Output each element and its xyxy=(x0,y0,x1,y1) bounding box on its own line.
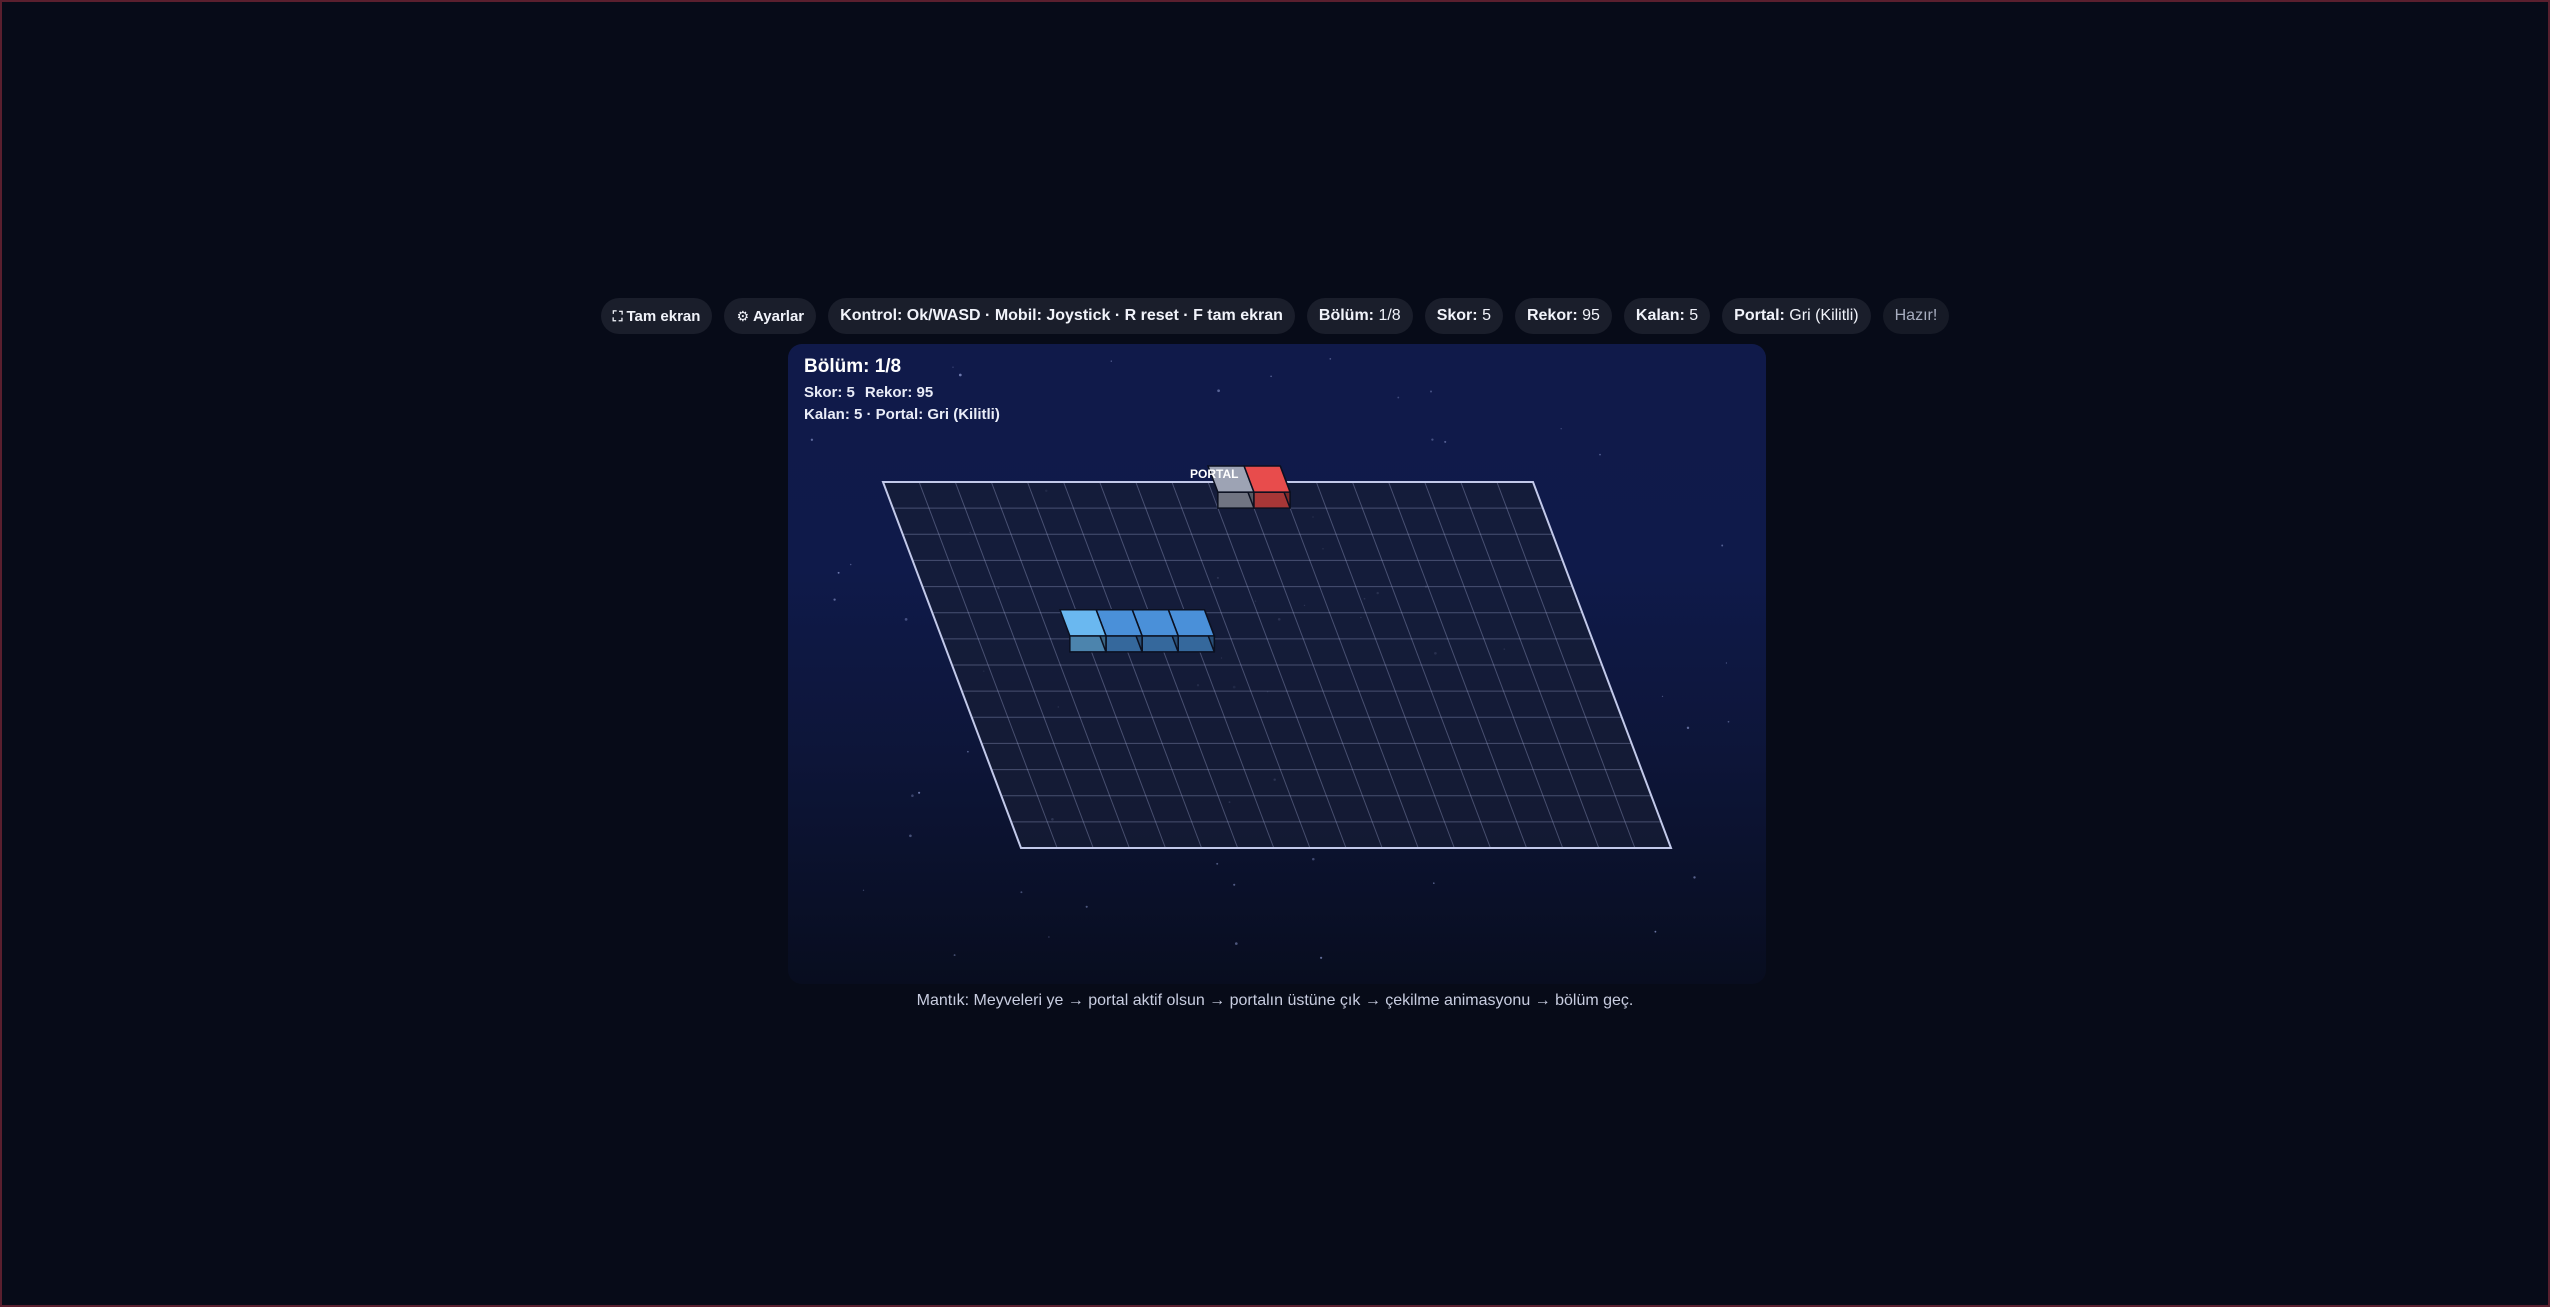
record-badge: Rekor: 95 xyxy=(1514,298,1612,334)
star xyxy=(1430,390,1432,393)
remaining-badge: Kalan: 5 xyxy=(1623,298,1711,334)
star xyxy=(862,889,865,891)
fullscreen-icon: ⛶ xyxy=(612,308,623,324)
star xyxy=(909,834,912,838)
star xyxy=(1048,936,1050,938)
hud-title: Bölüm: 1/8 xyxy=(804,356,902,377)
star xyxy=(911,794,914,797)
star xyxy=(837,571,840,574)
hud-info: Kalan: 5 · Portal: Gri (Kilitli) xyxy=(804,406,1000,423)
fullscreen-button[interactable]: ⛶ Tam ekran xyxy=(600,298,713,334)
star xyxy=(810,438,814,441)
star xyxy=(1216,862,1219,865)
game-canvas[interactable]: PORTAL Bölüm: 1/8 Skor: 5 Rekor: 95 Kalan… xyxy=(788,344,1766,984)
star xyxy=(1234,942,1238,945)
star xyxy=(1654,930,1657,933)
star xyxy=(1329,358,1332,360)
star xyxy=(1693,876,1696,879)
top-toolbar: ⛶ Tam ekran ⚙ Ayarlar Kontrol: Ok/WASD · M… xyxy=(2,298,2548,334)
hud: Bölüm: 1/8 Skor: 5 Rekor: 95 Kalan: 5 · P… xyxy=(804,356,1000,428)
star xyxy=(904,618,908,621)
score-badge: Skor: 5 xyxy=(1424,298,1503,334)
star xyxy=(849,563,852,566)
star xyxy=(1312,857,1315,861)
star xyxy=(1727,720,1730,723)
portal-label: PORTAL xyxy=(1190,467,1238,481)
star xyxy=(1431,438,1434,441)
portal-badge: Portal: Gri (Kilitli) xyxy=(1722,298,1871,334)
star xyxy=(1599,453,1601,456)
star xyxy=(1233,883,1236,886)
star xyxy=(918,791,921,794)
star xyxy=(967,750,969,753)
star xyxy=(953,954,956,957)
settings-button[interactable]: ⚙ Ayarlar xyxy=(724,298,817,334)
star xyxy=(1319,956,1323,959)
controls-info: Kontrol: Ok/WASD · Mobil: Joystick · R r… xyxy=(828,298,1295,334)
level-badge: Bölüm: 1/8 xyxy=(1306,298,1413,334)
star xyxy=(1560,427,1562,430)
hud-score: Skor: 5 xyxy=(804,384,855,401)
star xyxy=(1397,396,1400,399)
star xyxy=(1661,695,1664,698)
star xyxy=(1433,882,1435,884)
star xyxy=(1725,662,1728,664)
gear-icon: ⚙ xyxy=(736,308,749,324)
status-badge: Hazır! xyxy=(1882,298,1950,334)
game-scene: PORTAL xyxy=(810,358,1730,959)
star xyxy=(1020,891,1023,894)
star xyxy=(1270,375,1272,378)
logic-hint: Mantık: Meyveleri ye → portal aktif olsu… xyxy=(916,992,1634,1009)
star xyxy=(1686,726,1690,730)
hud-score-line: Skor: 5 Rekor: 95 xyxy=(804,384,1000,401)
star xyxy=(833,598,836,601)
star xyxy=(1110,360,1112,362)
hud-record: Rekor: 95 xyxy=(864,384,934,401)
star xyxy=(1085,905,1088,908)
star xyxy=(1217,389,1220,393)
star xyxy=(1721,544,1724,547)
star xyxy=(1444,440,1447,443)
